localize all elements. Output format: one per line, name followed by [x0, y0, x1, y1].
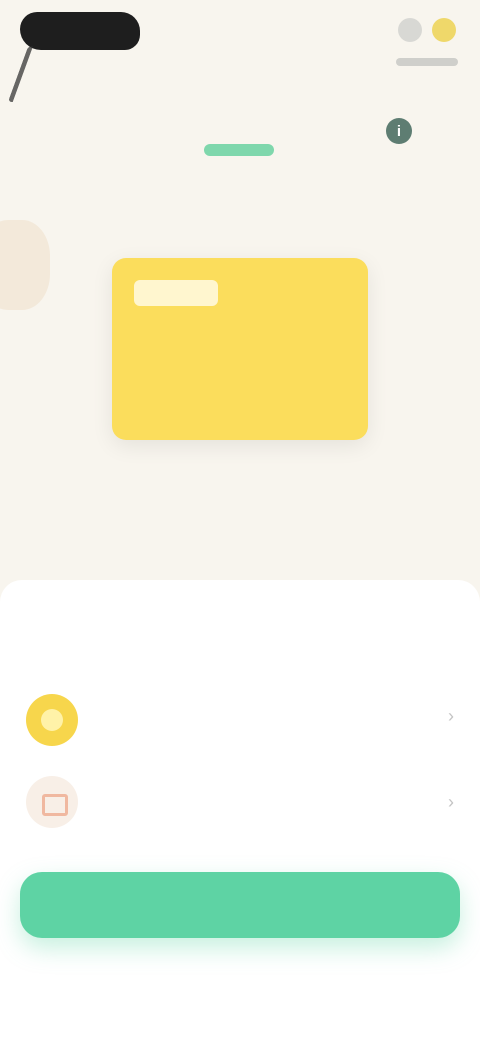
brand-logo-icon[interactable]	[20, 12, 140, 50]
gift-icon[interactable]	[432, 18, 456, 42]
header-subtext	[396, 58, 458, 66]
promo-banner: i	[64, 104, 416, 174]
tag-icon	[26, 776, 78, 828]
card-badge	[134, 280, 218, 306]
promo-link[interactable]	[204, 144, 274, 156]
chevron-right-icon: ›	[448, 792, 454, 812]
primary-cta-button[interactable]	[20, 872, 460, 938]
decorative-blob	[0, 220, 50, 310]
top-bar	[0, 0, 480, 100]
list-item[interactable]: ›	[26, 770, 454, 840]
bottom-sheet: › ›	[0, 580, 480, 1040]
info-icon[interactable]: i	[386, 118, 412, 144]
gift-card[interactable]	[112, 258, 368, 440]
profile-icon[interactable]	[398, 18, 422, 42]
list-item[interactable]: ›	[26, 688, 454, 752]
coin-icon	[26, 694, 78, 746]
header-actions	[398, 18, 456, 42]
chevron-right-icon: ›	[448, 706, 454, 726]
